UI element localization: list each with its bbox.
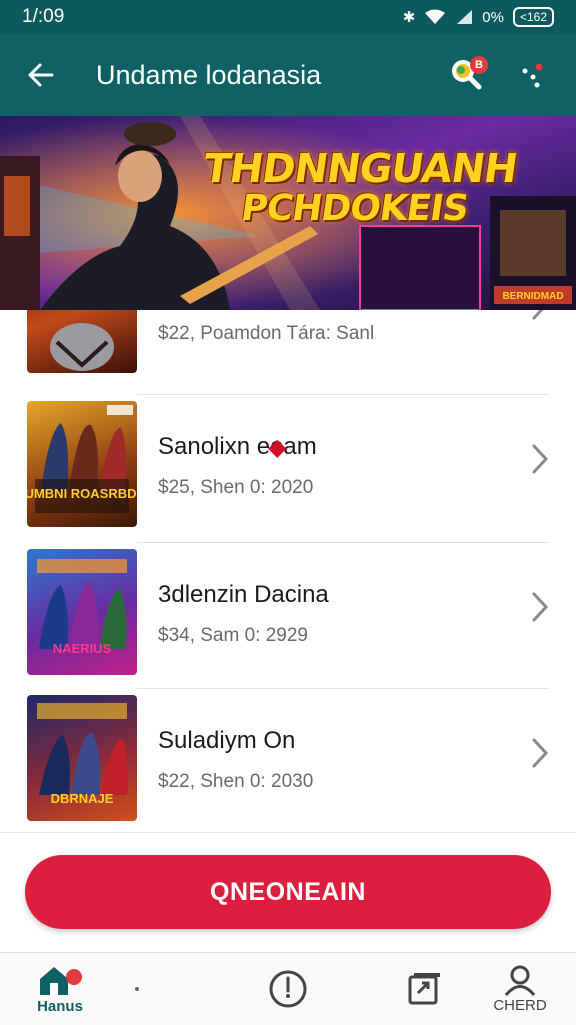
promo-banner[interactable]: BERNIDMAD THDNNGUANH PCHDOKEIS <box>0 116 576 310</box>
nav-item-library[interactable] <box>384 953 464 1025</box>
nav-label-home: Hanus <box>37 998 83 1015</box>
nav-item-compass[interactable] <box>248 953 328 1025</box>
page-title: Undame lodanasia <box>96 59 322 90</box>
banner-sign-text: BERNIDMAD <box>502 291 563 302</box>
thumbnail-art: NAERIUS <box>37 559 127 656</box>
banner-title: THDNNGUANH PCHDOKEIS <box>195 146 520 229</box>
primary-action-button[interactable]: QNEONEAIN <box>25 855 551 929</box>
list-item[interactable]: DUMBNI ROASRBDIS Sanolixn eeam◆ $25, She… <box>0 390 576 538</box>
list-item-subtitle: $22, Poamdon Tára: Sanl <box>158 323 375 344</box>
list-item[interactable]: $22, Poamdon Tára: Sanl <box>0 310 576 384</box>
search-button[interactable]: B <box>444 52 490 98</box>
app-bar: Undame lodanasia B <box>0 34 576 116</box>
thumbnail-art: DUMBNI ROASRBDIS <box>27 405 137 513</box>
game-thumbnail: DUMBNI ROASRBDIS <box>27 401 137 527</box>
banner-title-line2: PCHDOKEIS <box>238 188 471 229</box>
thumbnail-text: DUMBNI ROASRBDIS <box>27 486 137 501</box>
game-list: $22, Poamdon Tára: Sanl DUMBNI ROASRBDIS… <box>0 310 576 832</box>
nav-item-home[interactable]: Hanus <box>20 953 100 1025</box>
list-item-subtitle: $25, Shen 0: 2020 <box>158 477 314 498</box>
game-thumbnail: NAERIUS <box>27 549 137 675</box>
thumbnail-text: DBRNAJE <box>51 791 114 806</box>
list-item-title: Suladiym On <box>158 727 296 754</box>
signal-text: 0% <box>482 8 504 26</box>
nav-dot <box>135 987 139 991</box>
home-icon <box>40 967 82 995</box>
character-face-art <box>50 323 114 371</box>
arrow-left-icon <box>28 63 54 87</box>
back-button[interactable] <box>10 45 70 105</box>
thumbnail-text: NAERIUS <box>53 641 112 656</box>
more-options-button[interactable] <box>508 52 554 98</box>
list-item-title: Sanolixn eeam ◆ <box>158 433 317 461</box>
battery-indicator: <162 <box>512 7 554 27</box>
chevron-right-icon <box>532 738 549 768</box>
list-item-title: 3dlenzin Dacina <box>158 581 329 608</box>
status-time: 1/:09 <box>22 6 65 27</box>
wifi-icon <box>425 9 446 24</box>
game-thumbnail: DBRNAJE <box>27 695 137 821</box>
more-options-icon <box>522 63 543 88</box>
signal-icon <box>457 10 473 24</box>
nav-label-profile: CHERD <box>493 997 547 1014</box>
profile-icon <box>504 965 536 996</box>
cta-container: QNEONEAIN <box>0 832 576 953</box>
bottom-navigation: Hanus CHERD <box>0 952 576 1025</box>
game-thumbnail <box>27 310 137 373</box>
flame-icon: ◆ <box>268 434 287 461</box>
thumbnail-art: DBRNAJE <box>37 703 129 806</box>
compass-icon <box>269 970 307 1008</box>
chevron-right-icon <box>532 444 549 474</box>
list-item-subtitle: $34, Sam 0: 2929 <box>158 625 308 646</box>
chevron-right-icon <box>532 310 544 320</box>
bluetooth-icon: ✱ <box>402 9 416 26</box>
list-item[interactable]: DBRNAJE Suladiym On $22, Shen 0: 2030 <box>0 684 576 832</box>
status-icons: ✱ 0% <162 <box>403 7 554 27</box>
banner-title-line1: THDNNGUANH <box>200 146 520 192</box>
list-item-subtitle: $22, Shen 0: 2030 <box>158 771 314 792</box>
nav-item-profile[interactable]: CHERD <box>480 953 560 1025</box>
library-icon <box>408 973 440 1005</box>
status-bar: 1/:09 ✱ 0% <162 <box>0 0 576 34</box>
list-item[interactable]: NAERIUS 3dlenzin Dacina $34, Sam 0: 2929 <box>0 538 576 686</box>
chevron-right-icon <box>532 592 549 622</box>
notification-badge: B <box>470 56 488 74</box>
